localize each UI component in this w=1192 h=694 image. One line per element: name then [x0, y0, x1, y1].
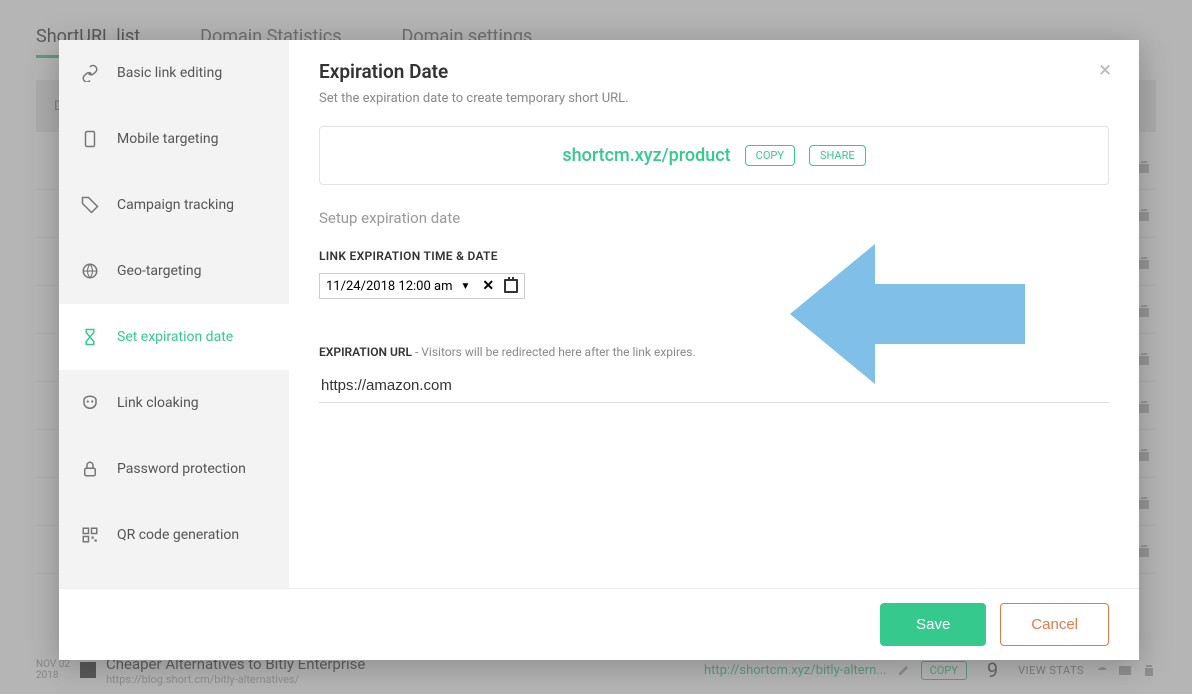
link-icon: [81, 64, 99, 82]
mobile-icon: [81, 130, 99, 148]
cancel-button[interactable]: Cancel: [1000, 603, 1109, 646]
sidebar-item-label: Basic link editing: [117, 65, 222, 81]
globe-icon: [81, 262, 99, 280]
date-value: 11/24/2018 12:00 am: [326, 279, 452, 294]
expiration-url-input[interactable]: [319, 369, 1109, 403]
expiration-url-sublabel: - Visitors will be redirected here after…: [412, 345, 696, 359]
lock-icon: [81, 460, 99, 478]
calendar-icon[interactable]: [504, 279, 518, 293]
qr-icon: [81, 526, 99, 544]
modal-sidebar: Basic link editing Mobile targeting Camp…: [59, 40, 289, 588]
modal-footer: Save Cancel: [59, 588, 1139, 660]
short-url-box: shortcm.xyz/product COPY SHARE: [319, 126, 1109, 185]
close-icon[interactable]: ×: [1099, 58, 1111, 83]
clear-date-icon[interactable]: ✕: [482, 278, 494, 294]
sidebar-item-label: QR code generation: [117, 527, 239, 543]
date-picker[interactable]: 11/24/2018 12:00 am ▼ ✕: [319, 273, 525, 299]
expiration-url-label: EXPIRATION URL - Visitors will be redire…: [319, 345, 1109, 359]
copy-button[interactable]: COPY: [745, 145, 795, 166]
mask-icon: [81, 394, 99, 412]
sidebar-item-label: Geo-targeting: [117, 263, 202, 279]
short-url-text: shortcm.xyz/product: [562, 145, 730, 166]
modal-content: × Expiration Date Set the expiration dat…: [289, 40, 1139, 588]
sidebar-item-label: Mobile targeting: [117, 131, 218, 147]
expiration-date-modal: Basic link editing Mobile targeting Camp…: [59, 40, 1139, 660]
sidebar-item-qr-code[interactable]: QR code generation: [59, 502, 289, 568]
save-button[interactable]: Save: [880, 603, 986, 646]
sidebar-item-campaign-tracking[interactable]: Campaign tracking: [59, 172, 289, 238]
share-button[interactable]: SHARE: [809, 145, 866, 166]
date-label: LINK EXPIRATION TIME & DATE: [319, 249, 1109, 263]
content-subtitle: Set the expiration date to create tempor…: [319, 91, 1109, 106]
sidebar-item-label: Link cloaking: [117, 395, 199, 411]
sidebar-item-basic-link-editing[interactable]: Basic link editing: [59, 40, 289, 106]
sidebar-item-label: Campaign tracking: [117, 197, 234, 213]
sidebar-item-label: Password protection: [117, 461, 246, 477]
sidebar-item-geo-targeting[interactable]: Geo-targeting: [59, 238, 289, 304]
content-title: Expiration Date: [319, 60, 1109, 83]
hourglass-icon: [81, 328, 99, 346]
sidebar-item-link-cloaking[interactable]: Link cloaking: [59, 370, 289, 436]
sidebar-item-set-expiration-date[interactable]: Set expiration date: [59, 304, 289, 370]
tag-icon: [81, 196, 99, 214]
section-title: Setup expiration date: [319, 209, 1109, 227]
sidebar-item-mobile-targeting[interactable]: Mobile targeting: [59, 106, 289, 172]
chevron-down-icon[interactable]: ▼: [460, 281, 470, 292]
sidebar-item-label: Set expiration date: [117, 329, 233, 345]
sidebar-item-password-protection[interactable]: Password protection: [59, 436, 289, 502]
expiration-url-label-bold: EXPIRATION URL: [319, 345, 412, 359]
